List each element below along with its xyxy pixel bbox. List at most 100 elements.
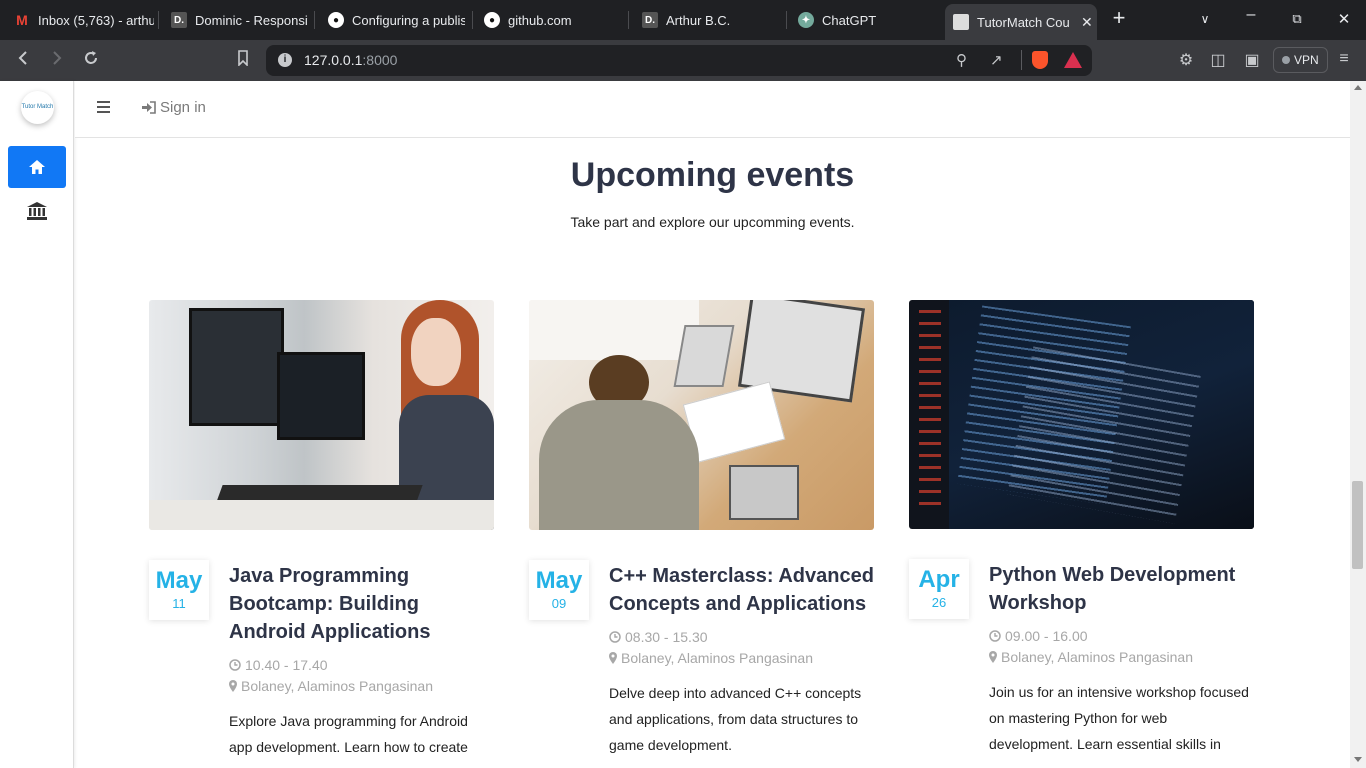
- event-card[interactable]: May 11 Java Programming Bootcamp: Buildi…: [149, 300, 494, 755]
- event-description: Delve deep into advanced C++ concepts an…: [609, 685, 862, 753]
- menu-icon[interactable]: ≡: [1333, 50, 1355, 68]
- browser-tab-configuring[interactable]: ● Configuring a publish: [320, 5, 465, 35]
- wallet-icon[interactable]: ▣: [1241, 50, 1263, 70]
- event-date-badge: May 11: [149, 560, 209, 620]
- clock-icon: [609, 631, 621, 643]
- event-location-text: Bolaney, Alaminos Pangasinan: [621, 650, 813, 666]
- tab-separator: [314, 11, 315, 29]
- logo[interactable]: Tutor Match: [21, 91, 54, 124]
- tab-search-chevron-icon[interactable]: ∨: [1193, 12, 1217, 26]
- sign-in-link[interactable]: Sign in: [141, 99, 206, 116]
- brave-shields-icon[interactable]: [1032, 51, 1048, 69]
- event-location: Bolaney, Alaminos Pangasinan: [609, 650, 874, 666]
- scroll-up-icon[interactable]: [1354, 85, 1362, 90]
- clock-icon: [989, 630, 1001, 642]
- tutormatch-icon: [953, 14, 969, 30]
- clock-icon: [229, 659, 241, 671]
- event-image: [529, 300, 874, 530]
- close-tab-icon[interactable]: ✕: [1081, 14, 1093, 31]
- minimize-icon[interactable]: –: [1239, 6, 1263, 24]
- close-window-icon[interactable]: ✕: [1332, 10, 1356, 28]
- url-text: 127.0.0.1:8000: [304, 52, 397, 68]
- event-month: May: [155, 567, 203, 594]
- sidebar-item-home[interactable]: [8, 146, 66, 188]
- event-title[interactable]: Java Programming Bootcamp: Building Andr…: [229, 562, 494, 646]
- event-title[interactable]: C++ Masterclass: Advanced Concepts and A…: [609, 562, 874, 618]
- browser-tab-bar: M Inbox (5,763) - arthur D. Dominic - Re…: [0, 0, 1366, 40]
- vpn-label: VPN: [1294, 53, 1319, 67]
- back-icon[interactable]: [12, 50, 34, 71]
- share-icon[interactable]: ↗: [990, 51, 1003, 69]
- address-divider: [1021, 50, 1022, 70]
- event-title[interactable]: Python Web Development Workshop: [989, 561, 1254, 617]
- bookmark-icon[interactable]: [232, 50, 254, 71]
- event-image: [909, 300, 1254, 529]
- url-host: 127.0.0.1: [304, 52, 363, 68]
- key-icon[interactable]: ⚲: [956, 51, 967, 69]
- event-location: Bolaney, Alaminos Pangasinan: [989, 649, 1254, 665]
- tab-title: Inbox (5,763) - arthur: [38, 12, 154, 28]
- section-subtitle: Take part and explore our upcomming even…: [570, 214, 855, 230]
- home-icon: [29, 160, 45, 174]
- top-navbar: Sign in: [75, 81, 1350, 138]
- desk-shape: [149, 500, 494, 530]
- vpn-dot-icon: [1282, 56, 1290, 64]
- browser-tab-arthur[interactable]: D. Arthur B.C.: [634, 5, 784, 35]
- extensions-icon[interactable]: ⚙: [1175, 50, 1197, 70]
- browser-tab-gmail[interactable]: M Inbox (5,763) - arthur: [6, 5, 154, 35]
- event-time-text: 10.40 - 17.40: [245, 657, 328, 673]
- browser-tab-dominic[interactable]: D. Dominic - Responsive: [163, 5, 308, 35]
- laptop-shape: [729, 465, 799, 520]
- scroll-down-icon[interactable]: [1354, 757, 1362, 762]
- tab-title: Arthur B.C.: [666, 12, 731, 28]
- sidebar-item-institution[interactable]: [26, 200, 48, 222]
- event-day: 11: [172, 596, 186, 611]
- event-day: 09: [551, 596, 567, 611]
- event-location-text: Bolaney, Alaminos Pangasinan: [1001, 649, 1193, 665]
- reload-icon[interactable]: [80, 50, 102, 71]
- map-marker-icon: [989, 651, 997, 663]
- forward-icon[interactable]: [46, 50, 68, 71]
- browser-tab-github[interactable]: ● github.com: [476, 5, 626, 35]
- section-title: Upcoming events: [570, 156, 855, 194]
- event-card[interactable]: Apr 26 Python Web Development Workshop 0…: [909, 300, 1254, 752]
- event-day: 26: [931, 595, 947, 610]
- sidebar-toggle-icon[interactable]: ◫: [1207, 50, 1229, 70]
- github-icon: ●: [328, 12, 344, 28]
- scrollbar-thumb[interactable]: [1352, 481, 1363, 569]
- event-month: Apr: [918, 566, 960, 593]
- event-time-text: 09.00 - 16.00: [1005, 628, 1088, 644]
- restore-icon[interactable]: ⧉: [1285, 11, 1309, 27]
- tab-separator: [472, 11, 473, 29]
- map-marker-icon: [609, 652, 617, 664]
- tab-title: github.com: [508, 12, 572, 28]
- github-icon: ●: [484, 12, 500, 28]
- dev-icon: D.: [642, 12, 658, 28]
- event-location: Bolaney, Alaminos Pangasinan: [229, 678, 494, 694]
- event-card[interactable]: May 09 C++ Masterclass: Advanced Concept…: [529, 300, 874, 753]
- app-sidebar: Tutor Match: [0, 81, 74, 768]
- monitor-shape: [189, 308, 284, 426]
- vpn-button[interactable]: VPN: [1273, 47, 1328, 73]
- laptop-shape: [673, 325, 735, 387]
- url-port: :8000: [362, 52, 398, 68]
- tab-title: ChatGPT: [822, 12, 877, 28]
- tab-title: Dominic - Responsive: [195, 12, 308, 28]
- gmail-icon: M: [16, 12, 28, 28]
- page-scrollbar[interactable]: [1350, 81, 1366, 768]
- event-time: 10.40 - 17.40: [229, 657, 494, 673]
- new-tab-icon[interactable]: +: [1107, 5, 1131, 31]
- site-info-icon[interactable]: i: [278, 53, 292, 67]
- browser-tab-chatgpt[interactable]: ✦ ChatGPT: [790, 5, 940, 35]
- face-shape: [411, 318, 461, 386]
- monitor-shape: [277, 352, 365, 440]
- event-location-text: Bolaney, Alaminos Pangasinan: [241, 678, 433, 694]
- hamburger-menu-icon[interactable]: [97, 101, 110, 116]
- code-lines-shape: [1007, 346, 1201, 524]
- event-date-badge: Apr 26: [909, 559, 969, 619]
- browser-tab-tutormatch[interactable]: TutorMatch Cou ✕: [945, 4, 1097, 40]
- address-bar[interactable]: i 127.0.0.1:8000 ⚲ ↗: [266, 45, 1092, 76]
- brave-rewards-icon[interactable]: [1064, 52, 1082, 68]
- event-description: Join us for an intensive workshop focuse…: [989, 684, 1249, 752]
- event-description: Explore Java programming for Android app…: [229, 713, 468, 755]
